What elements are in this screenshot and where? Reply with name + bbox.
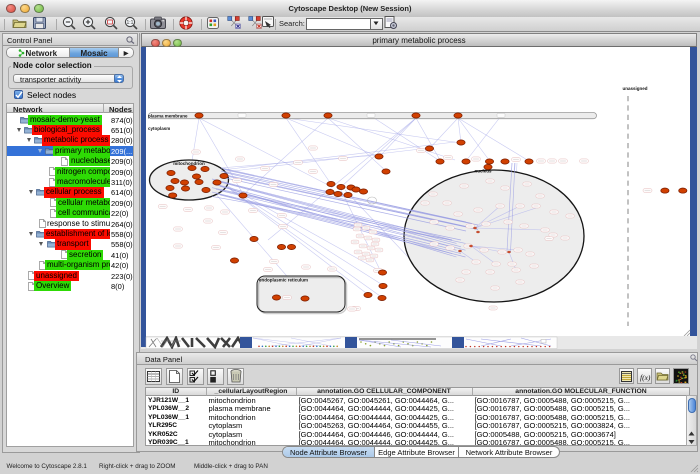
svg-text:plasma membrane: plasma membrane	[148, 114, 188, 119]
svg-text:mitochondrion: mitochondrion	[173, 161, 205, 166]
svg-text:1:1: 1:1	[127, 20, 134, 26]
svg-text:endoplasmic reticulum: endoplasmic reticulum	[259, 278, 308, 283]
svg-text:cytoplasm: cytoplasm	[148, 126, 170, 131]
svg-text:unassigned: unassigned	[622, 86, 647, 91]
